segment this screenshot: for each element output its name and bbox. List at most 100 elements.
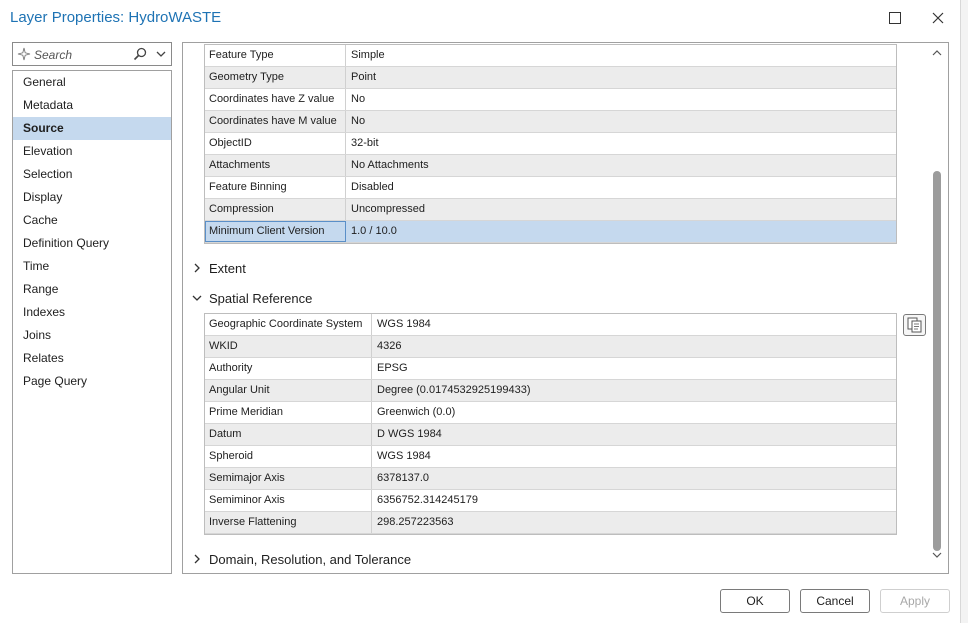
nav-item-definition-query[interactable]: Definition Query <box>13 232 171 255</box>
sparkle-icon <box>17 47 31 61</box>
domain-section-label: Domain, Resolution, and Tolerance <box>209 551 412 567</box>
table-row[interactable]: Semiminor Axis 6356752.314245179 <box>205 490 896 512</box>
close-icon <box>932 12 944 24</box>
property-value: Point <box>351 71 377 83</box>
nav-item-joins[interactable]: Joins <box>13 324 171 347</box>
chevron-right-icon <box>191 553 203 565</box>
maximize-button[interactable] <box>882 6 908 30</box>
source-properties-table: Feature Type Simple Geometry Type Point … <box>204 44 897 244</box>
table-row[interactable]: Spheroid WGS 1984 <box>205 446 896 468</box>
nav-item-source[interactable]: Source <box>13 117 171 140</box>
property-value: No Attachments <box>351 159 429 171</box>
nav-item-range[interactable]: Range <box>13 278 171 301</box>
property-value: WGS 1984 <box>377 450 431 462</box>
domain-section-header[interactable]: Domain, Resolution, and Tolerance <box>191 549 411 569</box>
property-value: D WGS 1984 <box>377 428 442 440</box>
table-row[interactable]: Feature Type Simple <box>205 45 896 67</box>
table-row[interactable]: Geographic Coordinate System WGS 1984 <box>205 314 896 336</box>
table-row[interactable]: Authority EPSG <box>205 358 896 380</box>
extent-section-label: Extent <box>209 260 246 276</box>
property-value: No <box>351 93 366 105</box>
nav-item-metadata[interactable]: Metadata <box>13 94 171 117</box>
copy-button[interactable] <box>903 314 926 336</box>
content-panel: Feature Type Simple Geometry Type Point … <box>182 42 949 574</box>
table-row[interactable]: Compression Uncompressed <box>205 199 896 221</box>
table-row[interactable]: Prime Meridian Greenwich (0.0) <box>205 402 896 424</box>
property-value: 298.257223563 <box>377 516 454 528</box>
property-value: WGS 1984 <box>377 318 431 330</box>
nav-item-indexes[interactable]: Indexes <box>13 301 171 324</box>
property-name: Coordinates have Z value <box>205 89 346 110</box>
property-name: Datum <box>205 424 372 445</box>
nav-item-time[interactable]: Time <box>13 255 171 278</box>
property-name: Authority <box>205 358 372 379</box>
copy-icon <box>907 317 922 333</box>
chevron-down-icon[interactable] <box>155 48 167 60</box>
properties-nav: General Metadata Source Elevation Select… <box>12 70 172 574</box>
property-value: No <box>351 115 366 127</box>
apply-button[interactable]: Apply <box>880 589 950 613</box>
property-value: Disabled <box>351 181 394 193</box>
spatial-reference-table: Geographic Coordinate System WGS 1984 WK… <box>204 313 897 535</box>
close-button[interactable] <box>925 6 951 30</box>
property-name: Compression <box>205 199 346 220</box>
table-row[interactable]: Feature Binning Disabled <box>205 177 896 199</box>
table-row[interactable]: Coordinates have M value No <box>205 111 896 133</box>
table-row-selected[interactable]: Minimum Client Version 1.0 / 10.0 <box>205 221 896 243</box>
spatial-reference-section-header[interactable]: Spatial Reference <box>191 288 312 308</box>
property-name: ObjectID <box>205 133 346 154</box>
nav-item-elevation[interactable]: Elevation <box>13 140 171 163</box>
table-row[interactable]: Attachments No Attachments <box>205 155 896 177</box>
scrollbar-thumb[interactable] <box>933 171 941 551</box>
property-value: Uncompressed <box>351 203 425 215</box>
scroll-down-arrow-icon[interactable] <box>932 551 942 559</box>
nav-item-display[interactable]: Display <box>13 186 171 209</box>
property-name: Angular Unit <box>205 380 372 401</box>
ok-button[interactable]: OK <box>720 589 790 613</box>
left-panel: Search General Metadata Source Elevation… <box>12 42 172 574</box>
property-value: Degree (0.0174532925199433) <box>377 384 531 396</box>
nav-item-selection[interactable]: Selection <box>13 163 171 186</box>
maximize-icon <box>889 12 901 24</box>
property-value: 1.0 / 10.0 <box>351 225 397 237</box>
property-name: Semimajor Axis <box>205 468 372 489</box>
property-name: Semiminor Axis <box>205 490 372 511</box>
table-row[interactable]: Geometry Type Point <box>205 67 896 89</box>
table-row[interactable]: Coordinates have Z value No <box>205 89 896 111</box>
property-value: Greenwich (0.0) <box>377 406 456 418</box>
nav-item-relates[interactable]: Relates <box>13 347 171 370</box>
property-name: Feature Binning <box>205 177 346 198</box>
window-title: Layer Properties: HydroWASTE <box>10 9 222 26</box>
table-row[interactable]: Semimajor Axis 6378137.0 <box>205 468 896 490</box>
vertical-scrollbar[interactable] <box>928 43 948 573</box>
property-name: Prime Meridian <box>205 402 372 423</box>
nav-item-page-query[interactable]: Page Query <box>13 370 171 393</box>
property-name: Geographic Coordinate System <box>205 314 372 335</box>
search-placeholder: Search <box>34 48 73 62</box>
property-name: Geometry Type <box>205 67 346 88</box>
extent-section-header[interactable]: Extent <box>191 258 246 278</box>
spatial-reference-section-label: Spatial Reference <box>209 290 313 306</box>
cancel-button[interactable]: Cancel <box>800 589 870 613</box>
table-row[interactable]: WKID 4326 <box>205 336 896 358</box>
property-name: Minimum Client Version <box>205 221 346 242</box>
table-row[interactable]: Inverse Flattening 298.257223563 <box>205 512 896 534</box>
table-row[interactable]: Datum D WGS 1984 <box>205 424 896 446</box>
title-bar: Layer Properties: HydroWASTE <box>0 0 968 36</box>
nav-item-general[interactable]: General <box>13 71 171 94</box>
property-name: WKID <box>205 336 372 357</box>
table-row[interactable]: Angular Unit Degree (0.0174532925199433) <box>205 380 896 402</box>
table-row[interactable]: ObjectID 32-bit <box>205 133 896 155</box>
property-value: EPSG <box>377 362 408 374</box>
property-value: 32-bit <box>351 137 379 149</box>
search-icon[interactable] <box>133 47 147 61</box>
property-name: Spheroid <box>205 446 372 467</box>
nav-item-cache[interactable]: Cache <box>13 209 171 232</box>
property-value: Simple <box>351 49 385 61</box>
search-input[interactable]: Search <box>12 42 172 66</box>
property-name: Inverse Flattening <box>205 512 372 533</box>
property-value: 6378137.0 <box>377 472 429 484</box>
chevron-down-icon <box>191 292 203 304</box>
scroll-up-arrow-icon[interactable] <box>932 49 942 57</box>
property-name: Feature Type <box>205 45 346 66</box>
